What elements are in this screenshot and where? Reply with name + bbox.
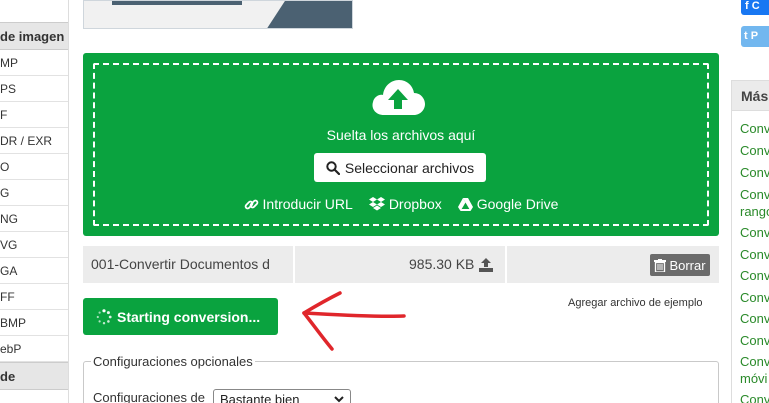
- sidebar-footer: de: [0, 362, 68, 390]
- quality-setting-label: Configuraciones de: [93, 390, 206, 403]
- quality-select[interactable]: Bastante bien: [213, 389, 351, 403]
- file-drop-zone[interactable]: Suelta los archivos aquí Seleccionar arc…: [83, 53, 719, 236]
- converter-link[interactable]: móvi: [740, 371, 767, 386]
- sidebar-item[interactable]: NG: [0, 206, 68, 232]
- file-name: 001-Convertir Documentos d: [91, 256, 270, 272]
- converter-link[interactable]: Conv: [740, 247, 769, 262]
- trash-icon: [654, 258, 667, 272]
- format-sidebar: de imagen MP PS F DR / EXR O G NG VG GA …: [0, 0, 69, 403]
- dropbox-icon: [368, 197, 385, 211]
- file-list-row: 001-Convertir Documentos d 985.30 KB Bor…: [83, 246, 719, 283]
- column-divider: [293, 246, 295, 283]
- converter-link[interactable]: Conv: [740, 143, 769, 158]
- upload-source-links: Introducir URL Dropbox Google Drive: [83, 196, 719, 212]
- start-conversion-button[interactable]: Starting conversion...: [83, 298, 278, 335]
- sidebar-item[interactable]: MP: [0, 50, 68, 76]
- converter-link[interactable]: Conv: [740, 225, 769, 240]
- right-sidebar: f C t P Más Conv Conv Conv Conv rango Co…: [731, 0, 769, 403]
- optional-settings-legend: Configuraciones opcionales: [91, 354, 255, 369]
- red-arrow-annotation: [302, 291, 406, 351]
- sidebar-item[interactable]: ebP: [0, 336, 68, 362]
- twitter-icon: t: [744, 30, 751, 42]
- converter-link[interactable]: Conv: [740, 165, 769, 180]
- header-banner-image: [83, 0, 353, 29]
- google-drive-label: Google Drive: [476, 196, 559, 212]
- enter-url-label: Introducir URL: [262, 196, 353, 212]
- file-size-cell: 985.30 KB: [409, 246, 494, 283]
- converter-link[interactable]: Conv: [740, 187, 769, 202]
- cloud-upload-icon: [372, 80, 425, 115]
- twitter-share-button[interactable]: t P: [741, 26, 769, 47]
- google-drive-link[interactable]: Google Drive: [457, 196, 559, 212]
- converter-link[interactable]: rango: [740, 204, 769, 219]
- upload-icon: [479, 257, 494, 272]
- add-sample-file-link[interactable]: Agregar archivo de ejemplo: [568, 297, 703, 309]
- select-files-label: Seleccionar archivos: [344, 159, 475, 176]
- converter-link[interactable]: Conv: [740, 354, 769, 369]
- enter-url-link[interactable]: Introducir URL: [244, 196, 353, 212]
- sidebar-header: de imagen: [0, 22, 68, 50]
- sidebar-item[interactable]: GA: [0, 258, 68, 284]
- search-icon: [326, 160, 340, 175]
- drop-instructions: Suelta los archivos aquí: [326, 127, 476, 143]
- sidebar-item[interactable]: G: [0, 180, 68, 206]
- facebook-share-button[interactable]: f C: [741, 0, 769, 15]
- conversion-status-label: Starting conversion...: [117, 308, 261, 325]
- facebook-icon: f: [745, 0, 752, 12]
- sidebar-item[interactable]: FF: [0, 284, 68, 310]
- quality-select-value: Bastante bien: [220, 392, 300, 403]
- facebook-label: C: [751, 0, 760, 12]
- converter-link[interactable]: Conv: [740, 311, 769, 326]
- sidebar-item[interactable]: DR / EXR: [0, 128, 68, 154]
- chevron-down-icon: [334, 396, 344, 403]
- column-divider: [505, 246, 507, 283]
- dropbox-label: Dropbox: [388, 196, 442, 212]
- banner-wedge: [266, 1, 352, 28]
- converter-link[interactable]: Conv: [740, 333, 769, 348]
- sidebar-item[interactable]: PS: [0, 76, 68, 102]
- converter-link[interactable]: Conv: [740, 268, 769, 283]
- banner-bar: [112, 1, 242, 5]
- sidebar-item[interactable]: VG: [0, 232, 68, 258]
- converter-link[interactable]: Conv: [740, 121, 769, 136]
- sidebar-item[interactable]: F: [0, 102, 68, 128]
- file-size: 985.30 KB: [409, 256, 475, 272]
- converter-link[interactable]: Conv: [740, 290, 769, 305]
- sidebar-item[interactable]: O: [0, 154, 68, 180]
- link-icon: [244, 199, 258, 209]
- converter-link[interactable]: Conv: [740, 392, 769, 403]
- delete-file-button[interactable]: Borrar: [650, 254, 710, 276]
- select-files-button[interactable]: Seleccionar archivos: [314, 153, 486, 182]
- dropbox-link[interactable]: Dropbox: [368, 196, 442, 212]
- sidebar-item[interactable]: BMP: [0, 310, 68, 336]
- google-drive-icon: [457, 197, 473, 211]
- more-converters-header: Más: [732, 81, 769, 111]
- twitter-label: P: [750, 30, 759, 42]
- delete-label: Borrar: [669, 257, 706, 273]
- spinner-icon: [96, 308, 112, 324]
